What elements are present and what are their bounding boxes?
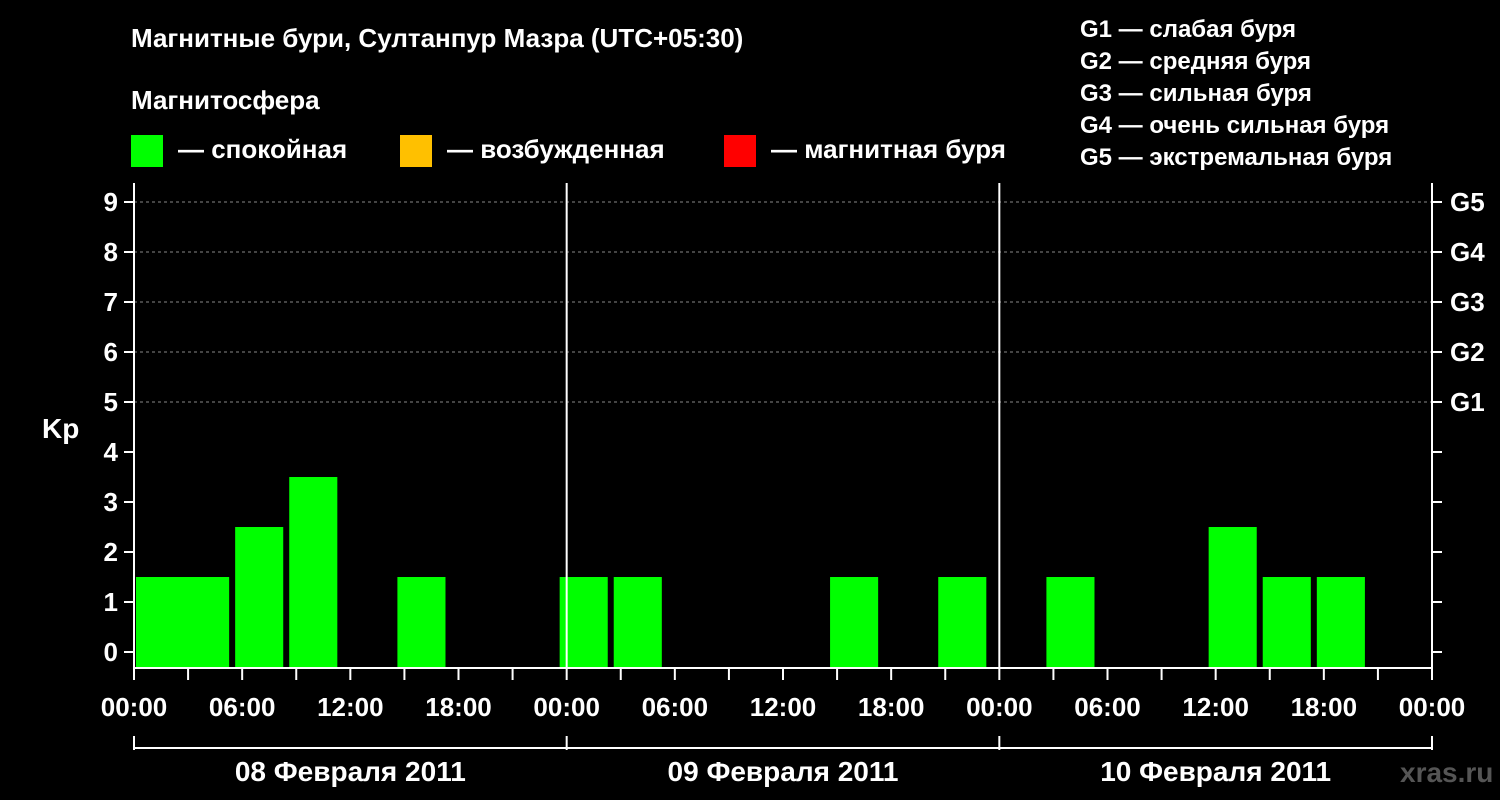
g-legend-g5: G5 — экстремальная буря [1080, 144, 1392, 171]
legend-label-active: — возбужденная [447, 134, 665, 164]
legend-swatch-storm [724, 135, 756, 167]
kp-bar [1208, 527, 1257, 668]
chart-title: Магнитные бури, Султанпур Мазра (UTC+05:… [131, 23, 743, 53]
x-tick-label: 06:00 [209, 692, 276, 722]
kp-bar [181, 577, 230, 668]
kp-bar [1046, 577, 1095, 668]
y-tick-label: 5 [104, 387, 118, 417]
y-tick-label: 8 [104, 237, 118, 267]
x-tick-label: 12:00 [1182, 692, 1249, 722]
g-level-label: G1 [1450, 387, 1485, 417]
g-level-label: G5 [1450, 187, 1485, 217]
x-tick-label: 18:00 [425, 692, 492, 722]
x-tick-label: 00:00 [533, 692, 600, 722]
g-level-label: G2 [1450, 337, 1485, 367]
g-scale-legend: G1 — слабая буря G2 — средняя буря G3 — … [1080, 16, 1392, 171]
y-tick-label: 6 [104, 337, 118, 367]
y-axis-label: Kp [42, 413, 79, 444]
legend-label-storm: — магнитная буря [771, 134, 1006, 164]
y-tick-label: 0 [104, 637, 118, 667]
day-label: 08 Февраля 2011 [235, 756, 466, 787]
watermark: xras.ru [1400, 757, 1493, 788]
x-tick-label: 06:00 [1074, 692, 1141, 722]
legend-swatch-active [400, 135, 432, 167]
section-label: Магнитосфера [131, 85, 320, 115]
kp-bar [830, 577, 879, 668]
day-label: 10 Февраля 2011 [1100, 756, 1331, 787]
x-tick-label: 06:00 [642, 692, 709, 722]
kp-bar [613, 577, 662, 668]
x-tick-label: 12:00 [750, 692, 817, 722]
kp-bar [397, 577, 446, 668]
kp-bar [938, 577, 987, 668]
legend-swatch-quiet [131, 135, 163, 167]
g-legend-g1: G1 — слабая буря [1080, 16, 1296, 43]
g-legend-g2: G2 — средняя буря [1080, 48, 1311, 75]
y-tick-label: 1 [104, 587, 118, 617]
g-level-label: G4 [1450, 237, 1485, 267]
kp-bar [1262, 577, 1311, 668]
day-label: 09 Февраля 2011 [668, 756, 899, 787]
x-tick-label: 12:00 [317, 692, 384, 722]
x-tick-label: 00:00 [101, 692, 168, 722]
x-tick-label: 18:00 [858, 692, 925, 722]
y-tick-label: 7 [104, 287, 118, 317]
legend-label-quiet: — спокойная [178, 134, 347, 164]
kp-bar [289, 477, 338, 668]
kp-bar [235, 527, 284, 668]
g-legend-g3: G3 — сильная буря [1080, 80, 1312, 107]
x-tick-label: 00:00 [966, 692, 1033, 722]
g-level-label: G3 [1450, 287, 1485, 317]
y-tick-label: 3 [104, 487, 118, 517]
plot-area: 0 1 2 3 4 5 6 7 8 9 G1 G2 G3 G4 G5 00:00 06:00 12:00 18:00… [101, 183, 1485, 787]
y-tick-label: 4 [104, 437, 119, 467]
y-tick-label: 9 [104, 187, 118, 217]
x-tick-label: 18:00 [1291, 692, 1358, 722]
kp-bar [136, 577, 185, 668]
x-tick-label: 00:00 [1399, 692, 1466, 722]
g-legend-g4: G4 — очень сильная буря [1080, 112, 1389, 139]
kp-bar [1316, 577, 1365, 668]
y-tick-label: 2 [104, 537, 118, 567]
status-legend: — спокойная — возбужденная — магнитная б… [131, 134, 1006, 167]
kp-chart: Магнитные бури, Султанпур Мазра (UTC+05:… [42, 16, 1493, 788]
